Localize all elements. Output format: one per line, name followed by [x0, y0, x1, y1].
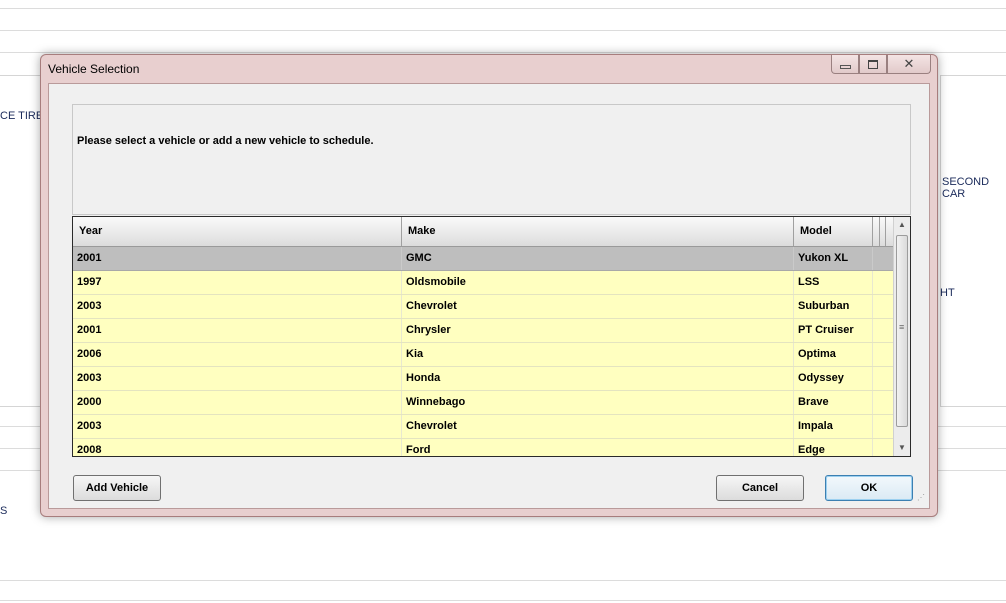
cell-year: 2008	[73, 439, 402, 456]
cell-model: Brave	[794, 391, 873, 414]
message-panel: Please select a vehicle or add a new veh…	[72, 104, 911, 215]
table-row[interactable]: 2003 Honda Odyssey	[73, 367, 893, 391]
minimize-button[interactable]	[831, 55, 859, 74]
column-header-make[interactable]: Make	[402, 217, 794, 246]
minimize-icon	[839, 65, 851, 69]
cell-make: Kia	[402, 343, 794, 366]
table-row[interactable]: 2001 GMC Yukon XL	[73, 247, 893, 271]
cell-model: Impala	[794, 415, 873, 438]
ok-button[interactable]: OK	[825, 475, 913, 501]
vehicle-table[interactable]: Year Make Model 2001 GMC Yukon XL 1997 O…	[72, 216, 911, 457]
cell-make: Winnebago	[402, 391, 794, 414]
table-row[interactable]: 1997 Oldsmobile LSS	[73, 271, 893, 295]
close-button[interactable]: ✕	[887, 55, 931, 74]
cell-model: Odyssey	[794, 367, 873, 390]
close-icon: ✕	[903, 56, 915, 71]
cell-year: 2003	[73, 367, 402, 390]
bg-divider	[0, 600, 1006, 601]
table-row[interactable]: 2001 Chrysler PT Cruiser	[73, 319, 893, 343]
cell-make: GMC	[402, 247, 794, 270]
table-row[interactable]: 2008 Ford Edge	[73, 439, 893, 456]
cell-year: 2003	[73, 295, 402, 318]
cell-make: Chevrolet	[402, 415, 794, 438]
table-row[interactable]: 2003 Chevrolet Impala	[73, 415, 893, 439]
bg-label: SECOND CAR	[942, 176, 990, 200]
cell-year: 2000	[73, 391, 402, 414]
cell-make: Chevrolet	[402, 295, 794, 318]
bg-panel-left	[0, 75, 42, 407]
restore-icon	[868, 59, 878, 69]
cell-model: Optima	[794, 343, 873, 366]
cell-model: Yukon XL	[794, 247, 873, 270]
cell-make: Honda	[402, 367, 794, 390]
cell-make: Ford	[402, 439, 794, 456]
cancel-button[interactable]: Cancel	[716, 475, 804, 501]
bg-label: HT	[940, 287, 955, 299]
cell-year: 2006	[73, 343, 402, 366]
dialog-client-area: Please select a vehicle or add a new veh…	[48, 83, 930, 509]
cell-make: Chrysler	[402, 319, 794, 342]
scroll-down-icon[interactable]: ▼	[894, 440, 910, 456]
scroll-thumb[interactable]: ≡	[896, 235, 908, 427]
cell-model: LSS	[794, 271, 873, 294]
cell-year: 2001	[73, 247, 402, 270]
scroll-up-icon[interactable]: ▲	[894, 217, 910, 233]
table-row[interactable]: 2000 Winnebago Brave	[73, 391, 893, 415]
window-controls: ✕	[831, 55, 931, 74]
bg-divider	[0, 30, 1006, 31]
grip-icon: ≡	[899, 322, 905, 332]
restore-button[interactable]	[859, 55, 887, 74]
cell-make: Oldsmobile	[402, 271, 794, 294]
cell-year: 2001	[73, 319, 402, 342]
bg-label: S	[0, 505, 8, 517]
column-header-extra[interactable]	[885, 217, 893, 246]
bg-divider	[0, 8, 1006, 9]
column-header-year[interactable]: Year	[73, 217, 402, 246]
table-header: Year Make Model	[73, 217, 893, 247]
vehicle-selection-dialog: Vehicle Selection ✕ Please select a vehi…	[40, 54, 938, 517]
cell-model: Edge	[794, 439, 873, 456]
instruction-text: Please select a vehicle or add a new veh…	[77, 135, 374, 147]
cell-model: Suburban	[794, 295, 873, 318]
table-row[interactable]: 2006 Kia Optima	[73, 343, 893, 367]
add-vehicle-button[interactable]: Add Vehicle	[73, 475, 161, 501]
bg-divider	[0, 580, 1006, 581]
cell-model: PT Cruiser	[794, 319, 873, 342]
cell-year: 1997	[73, 271, 402, 294]
dialog-title: Vehicle Selection	[48, 62, 140, 76]
bg-divider	[0, 52, 1006, 53]
bg-panel-right	[940, 75, 1006, 407]
table-row[interactable]: 2003 Chevrolet Suburban	[73, 295, 893, 319]
resize-grip-icon[interactable]: ⋰	[917, 494, 927, 506]
column-header-model[interactable]: Model	[794, 217, 873, 246]
cell-year: 2003	[73, 415, 402, 438]
vertical-scrollbar[interactable]: ▲ ≡ ▼	[893, 217, 910, 456]
